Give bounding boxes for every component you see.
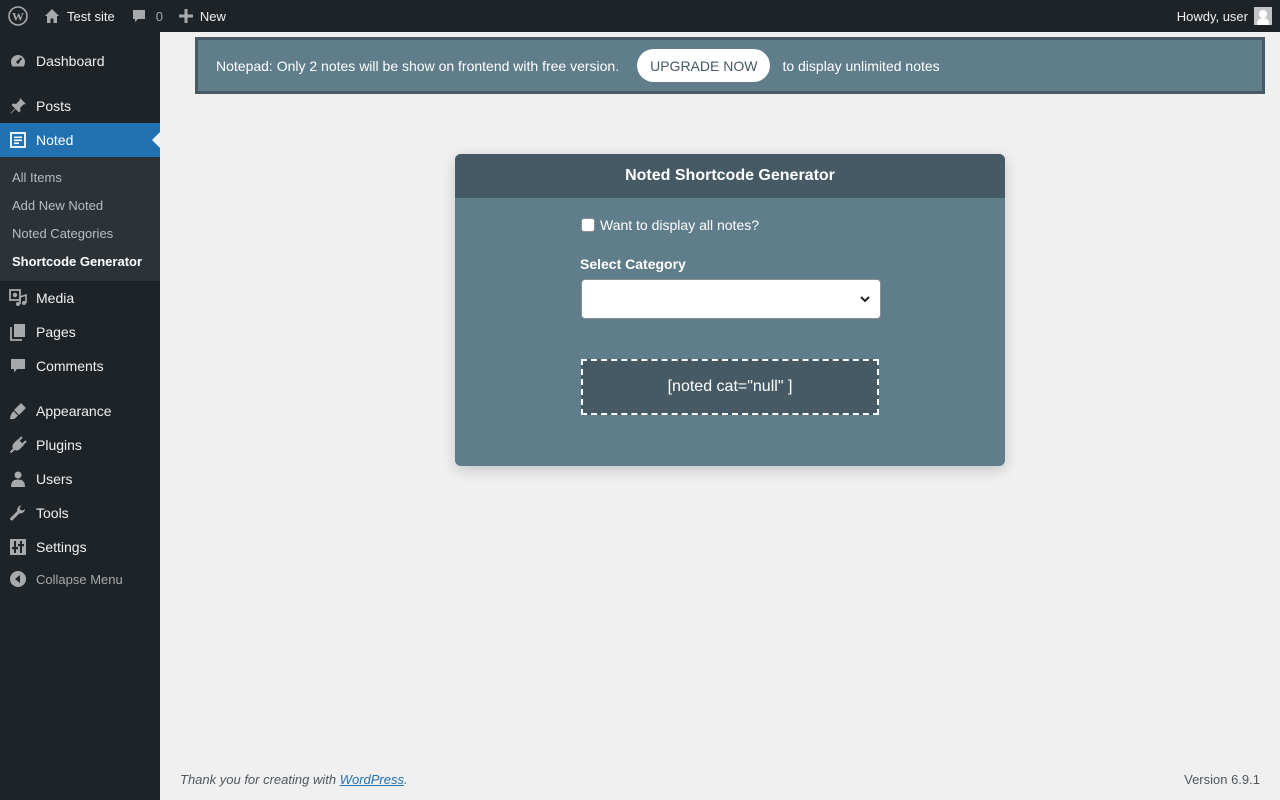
comment-bubble-icon [132,10,145,22]
wrench-icon [0,504,36,522]
brush-icon [0,402,36,420]
sidebar-item-label: Pages [36,324,76,340]
site-name-link[interactable]: Test site [36,0,123,32]
sidebar-item-dashboard[interactable]: Dashboard [0,44,160,78]
sidebar-item-noted[interactable]: Noted [0,123,160,157]
submenu-item-all-items[interactable]: All Items [12,170,62,185]
sidebar-item-label: Settings [36,539,87,555]
shortcode-generator-card: Noted Shortcode Generator Want to displa… [455,154,1005,466]
media-icon [0,289,36,307]
user-icon [0,470,36,488]
sidebar-item-comments[interactable]: Comments [0,349,160,383]
noted-submenu: All Items Add New Noted Noted Categories… [0,157,160,281]
collapse-arrow-icon [0,571,36,587]
footer-thanks-suffix: . [404,772,408,787]
submenu-item-add-new-noted[interactable]: Add New Noted [12,198,103,213]
svg-text:W: W [12,10,24,24]
my-account-menu[interactable]: Howdy, user [1169,0,1280,32]
pages-icon [0,323,36,341]
footer-version: Version 6.9.1 [1184,772,1260,787]
sidebar-item-posts[interactable]: Posts [0,89,160,123]
comment-icon [0,357,36,375]
howdy-text: Howdy, user [1176,8,1248,24]
shortcode-output[interactable]: [noted cat="null" ] [581,359,879,415]
wordpress-logo-icon: W [8,6,28,26]
card-title: Noted Shortcode Generator [455,154,1005,198]
display-all-notes-row[interactable]: Want to display all notes? [581,217,759,233]
sidebar-item-label: Posts [36,98,72,114]
sidebar-item-label: Users [36,471,73,487]
comments-count: 0 [155,8,163,24]
sidebar-item-label: Noted [36,132,74,148]
sidebar-item-label: Comments [36,358,104,374]
upgrade-notice: Notepad: Only 2 notes will be show on fr… [195,37,1265,94]
comments-link[interactable]: 0 [123,0,171,32]
sidebar-item-pages[interactable]: Pages [0,315,160,349]
plug-icon [0,436,36,454]
footer-thanks-prefix: Thank you for creating with [180,772,340,787]
collapse-menu-button[interactable]: Collapse Menu [0,567,160,591]
submenu-item-noted-categories[interactable]: Noted Categories [12,226,113,241]
sidebar-item-label: Tools [36,505,69,521]
new-content-button[interactable]: New [171,0,234,32]
plus-icon [178,9,193,23]
footer-thankyou: Thank you for creating with WordPress. [180,772,408,787]
collapse-menu-label: Collapse Menu [36,571,123,587]
settings-icon [0,538,36,556]
note-icon [0,131,36,149]
upgrade-now-button[interactable]: UPGRADE NOW [637,49,771,82]
category-select[interactable] [581,279,881,319]
display-all-notes-label: Want to display all notes? [600,217,760,233]
chevron-down-icon [860,296,870,303]
new-label: New [199,8,226,24]
sidebar-item-label: Dashboard [36,53,105,69]
sidebar-item-label: Media [36,290,75,306]
pin-icon [0,97,36,115]
display-all-notes-checkbox[interactable] [581,218,595,232]
select-category-label: Select Category [580,256,686,272]
sidebar-item-label: Plugins [36,437,82,453]
sidebar-item-plugins[interactable]: Plugins [0,428,160,462]
wordpress-logo-button[interactable]: W [0,0,36,32]
site-name: Test site [67,8,115,24]
notice-text: Notepad: Only 2 notes will be show on fr… [216,57,620,74]
submenu-item-shortcode-generator[interactable]: Shortcode Generator [12,254,142,269]
sidebar-item-media[interactable]: Media [0,281,160,315]
home-icon [45,9,59,23]
avatar [1254,7,1272,25]
dashboard-icon [0,52,36,70]
wordpress-link[interactable]: WordPress [340,772,404,787]
admin-sidebar: Dashboard Posts Noted All Items Add New … [0,32,160,800]
sidebar-item-users[interactable]: Users [0,462,160,496]
sidebar-item-tools[interactable]: Tools [0,496,160,530]
sidebar-item-label: Appearance [36,403,112,419]
sidebar-item-settings[interactable]: Settings [0,530,160,564]
admin-bar: W Test site 0 New Howdy, user [0,0,1280,32]
notice-text-after: to display unlimited notes [782,57,940,74]
sidebar-item-appearance[interactable]: Appearance [0,394,160,428]
